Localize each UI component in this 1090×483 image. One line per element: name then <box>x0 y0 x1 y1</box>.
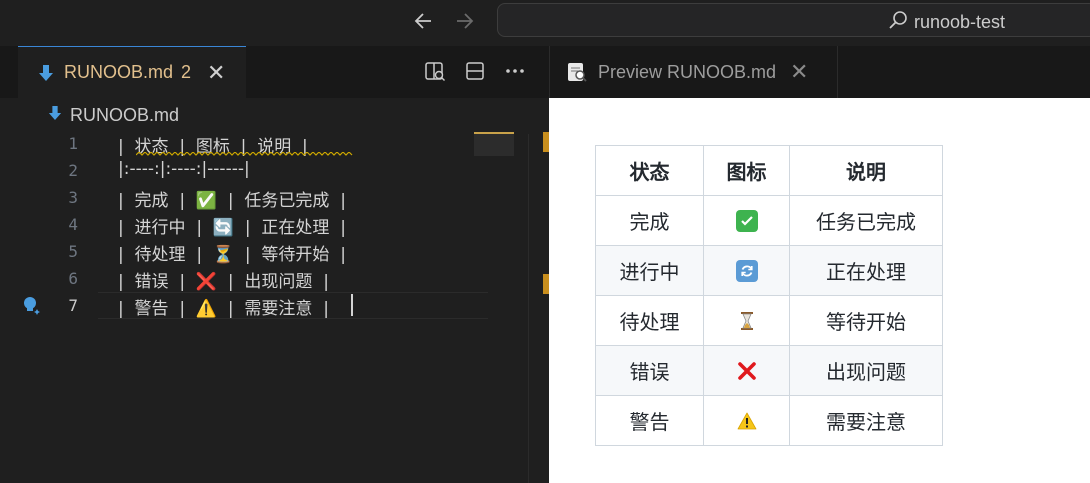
code-line[interactable]: 5 | 待处理 | ⏳ | 等待开始 | <box>18 238 468 265</box>
more-actions-icon[interactable] <box>504 60 526 82</box>
description-cell: 正在处理 <box>789 245 943 296</box>
breadcrumb[interactable]: RUNOOB.md <box>48 104 179 127</box>
line-text: |:----:|:----:|------| <box>118 159 250 179</box>
table-row: 进行中 正在处理 <box>595 245 943 296</box>
vertical-ruler <box>528 134 529 483</box>
line-text: | 警告 | ⚠️ | 需要注意 | <box>118 299 329 319</box>
title-bar: runoob-test <box>0 0 1090 46</box>
command-center-search[interactable]: runoob-test <box>497 3 1090 37</box>
status-cell: 错误 <box>595 345 704 396</box>
editor-group-preview: Preview RUNOOB.md ✕ 状态 图标 说明 完成 任务已完成 进行… <box>549 46 1090 483</box>
table-header-description: 说明 <box>789 145 943 196</box>
search-icon <box>888 10 908 35</box>
status-cell: 待处理 <box>595 295 704 346</box>
line-text: | 完成 | ✅ | 任务已完成 | <box>118 191 346 211</box>
table-row: 待处理 等待开始 <box>595 295 943 346</box>
warning-squiggle <box>136 152 353 156</box>
line-text: | 错误 | ❌ | 出现问题 | <box>118 272 329 292</box>
table-header-icon: 图标 <box>703 145 790 196</box>
status-table: 状态 图标 说明 完成 任务已完成 进行中 正在处理 待处理 等待开始 错误 出… <box>595 145 943 446</box>
code-line-current[interactable]: 7 | 警告 | ⚠️ | 需要注意 | <box>18 292 468 319</box>
code-line[interactable]: 4 | 进行中 | 🔄 | 正在处理 | <box>18 211 468 238</box>
line-number: 3 <box>68 188 78 207</box>
tab-runoob-md[interactable]: RUNOOB.md 2 ✕ <box>18 46 246 98</box>
close-tab-icon[interactable]: ✕ <box>790 61 808 83</box>
workspace-name: runoob-test <box>914 12 1006 32</box>
line-text: | 待处理 | ⏳ | 等待开始 | <box>118 245 346 265</box>
description-cell: 需要注意 <box>789 395 943 446</box>
close-tab-icon[interactable]: ✕ <box>207 61 225 84</box>
problems-count-badge: 2 <box>181 62 192 82</box>
description-cell: 等待开始 <box>789 295 943 346</box>
table-row: 错误 出现问题 <box>595 345 943 396</box>
preview-tab-label: Preview RUNOOB.md <box>598 61 777 82</box>
check-mark-icon <box>703 195 790 246</box>
cross-mark-icon <box>703 345 790 396</box>
description-cell: 出现问题 <box>789 345 943 396</box>
hourglass-icon <box>703 295 790 346</box>
editor-tab-bar: RUNOOB.md 2 ✕ <box>0 46 549 98</box>
line-number: 7 <box>68 296 78 315</box>
code-line[interactable]: 1 | 状态 | 图标 | 说明 | <box>18 130 468 157</box>
line-number: 1 <box>68 134 78 153</box>
status-cell: 完成 <box>595 195 704 246</box>
description-cell: 任务已完成 <box>789 195 943 246</box>
table-header-status: 状态 <box>595 145 704 196</box>
table-header-row: 状态 图标 说明 <box>595 145 943 196</box>
refresh-icon <box>703 245 790 296</box>
line-text: | 进行中 | 🔄 | 正在处理 | <box>118 218 346 238</box>
table-row: 完成 任务已完成 <box>595 195 943 246</box>
code-line[interactable]: 6 | 错误 | ❌ | 出现问题 | <box>18 265 468 292</box>
markdown-file-icon <box>48 104 62 127</box>
warning-icon <box>703 395 790 446</box>
go-forward-arrow-icon[interactable] <box>451 8 477 34</box>
markdown-preview-body: 状态 图标 说明 完成 任务已完成 进行中 正在处理 待处理 等待开始 错误 出… <box>549 98 1090 483</box>
tab-label: RUNOOB.md <box>64 62 174 82</box>
line-number: 6 <box>68 269 78 288</box>
code-line[interactable]: 2 |:----:|:----:|------| <box>18 157 468 184</box>
line-number: 5 <box>68 242 78 261</box>
split-editor-icon[interactable] <box>464 60 486 82</box>
tab-preview-runoob-md[interactable]: Preview RUNOOB.md ✕ <box>550 46 838 98</box>
preview-tab-bar: Preview RUNOOB.md ✕ <box>549 46 1090 98</box>
go-back-arrow-icon[interactable] <box>411 8 437 34</box>
editor-actions <box>424 60 526 82</box>
minimap[interactable] <box>474 132 514 156</box>
status-cell: 警告 <box>595 395 704 446</box>
line-number: 4 <box>68 215 78 234</box>
line-number: 2 <box>68 161 78 180</box>
open-preview-to-side-icon[interactable] <box>424 60 446 82</box>
editor-group-left: RUNOOB.md 2 ✕ RUNOOB.md 1 | 状态 | 图标 | 说明 <box>0 46 549 483</box>
code-editor[interactable]: 1 | 状态 | 图标 | 说明 | 2 |:----:|:----:|----… <box>18 130 548 483</box>
markdown-file-icon <box>38 63 54 83</box>
markdown-preview-icon <box>566 61 588 83</box>
code-line[interactable]: 3 | 完成 | ✅ | 任务已完成 | <box>18 184 468 211</box>
text-cursor <box>351 294 353 316</box>
status-cell: 进行中 <box>595 245 704 296</box>
table-row: 警告 需要注意 <box>595 395 943 446</box>
breadcrumb-file-label: RUNOOB.md <box>70 105 180 125</box>
